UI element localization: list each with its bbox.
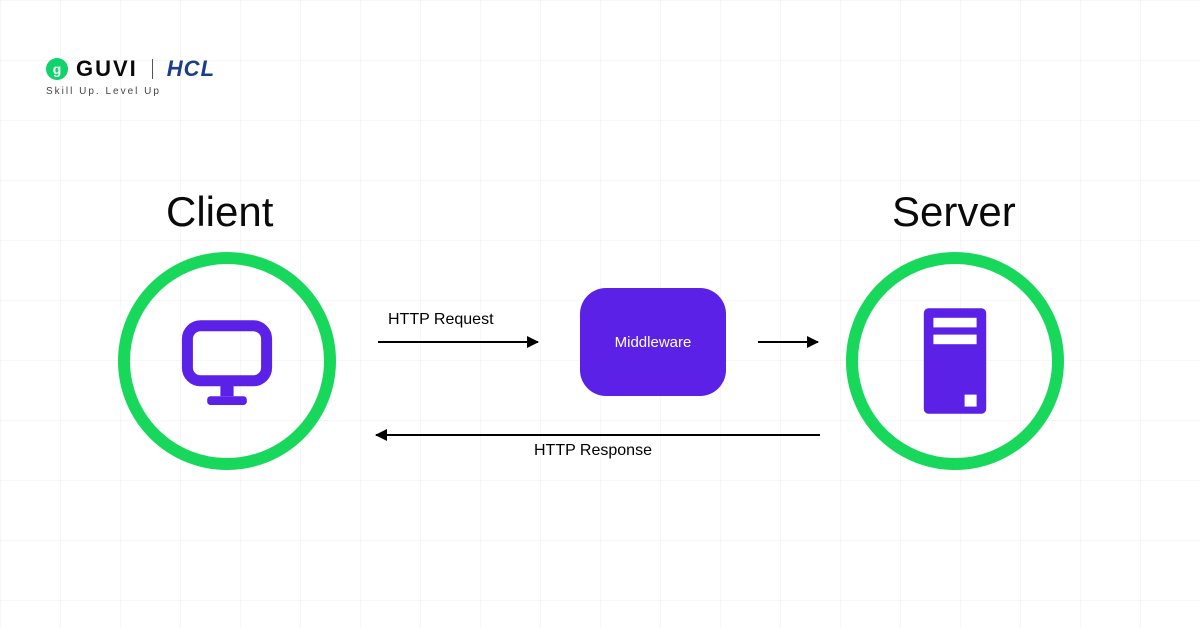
client-label: Client	[166, 188, 273, 236]
server-tower-icon	[905, 301, 1005, 421]
client-node	[118, 252, 336, 470]
brand1-logo-text: GUVI	[76, 56, 138, 82]
logo-block: g GUVI HCL Skill Up. Level Up	[46, 56, 215, 97]
middleware-label: Middleware	[615, 334, 692, 351]
monitor-icon	[172, 306, 282, 416]
logo-separator	[152, 59, 153, 79]
guvi-badge-icon: g	[46, 58, 68, 80]
logo-tagline: Skill Up. Level Up	[46, 86, 215, 97]
logo-row: g GUVI HCL	[46, 56, 215, 82]
request-label: HTTP Request	[388, 311, 494, 329]
middleware-node: Middleware	[580, 288, 726, 396]
server-node	[846, 252, 1064, 470]
response-label: HTTP Response	[534, 442, 652, 460]
arrow-response	[376, 434, 820, 436]
arrow-request	[378, 341, 538, 343]
brand2-logo-text: HCL	[167, 56, 215, 82]
arrow-middleware-to-server	[758, 341, 818, 343]
server-label: Server	[892, 188, 1016, 236]
